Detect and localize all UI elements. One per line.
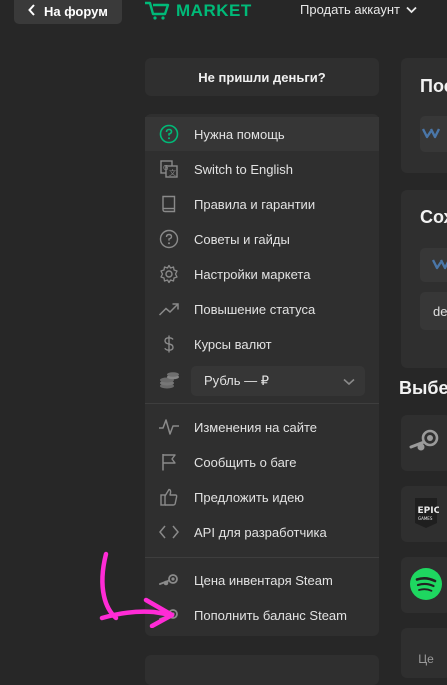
question-circle-icon [157, 228, 181, 250]
sidebar-item-label: Switch to English [194, 161, 293, 177]
currency-select[interactable]: Рубль — ₽ [191, 366, 365, 396]
sidebar-item-label: Пополнить баланс Steam [194, 607, 347, 623]
money-not-received-button[interactable]: Не пришли деньги? [145, 58, 379, 96]
market-logo[interactable]: MARKET [144, 0, 252, 22]
right-card-2-field[interactable] [420, 248, 447, 282]
flag-icon [157, 451, 181, 473]
right-card-2-title: Сох [420, 207, 447, 227]
sidebar-item-label: API для разработчика [194, 524, 327, 540]
vk-icon [431, 258, 447, 273]
right-card-2-input[interactable]: de [420, 292, 447, 330]
pulse-icon [157, 416, 181, 438]
currency-select-value: Рубль — ₽ [204, 373, 270, 388]
cart-icon [144, 0, 170, 23]
gear-icon [157, 263, 181, 285]
sidebar-bottom-card [145, 655, 379, 685]
chevron-down-icon [343, 374, 355, 389]
sidebar-item-label: Цена инвентаря Steam [194, 572, 333, 588]
sidebar-item-label: Повышение статуса [194, 301, 316, 317]
sidebar-item-rules[interactable]: Правила и гарантии [145, 187, 379, 221]
top-bar: На форум MARKET Продать аккаунт [0, 0, 447, 26]
svg-text:文: 文 [169, 168, 176, 177]
question-circle-icon [157, 123, 181, 145]
sidebar-item-label: Курсы валют [194, 336, 272, 352]
right-card-1-title: Пос [420, 76, 447, 96]
svg-text:GAMES: GAMES [418, 516, 433, 521]
sidebar-item-currency-rates[interactable]: Курсы валют [145, 327, 379, 361]
sidebar-item-switch-english[interactable]: G文 Switch to English [145, 152, 379, 186]
svg-text:G: G [163, 164, 168, 172]
sidebar-item-site-changes[interactable]: Изменения на сайте [145, 410, 379, 444]
right-bottom-card-text: Це [418, 652, 434, 666]
sidebar-item-api[interactable]: API для разработчика [145, 515, 379, 549]
sidebar-item-tips[interactable]: Советы и гайды [145, 222, 379, 256]
money-not-received-label: Не пришли деньги? [198, 69, 326, 85]
sidebar-item-label: Нужна помощь [194, 126, 285, 142]
spotify-icon [409, 567, 443, 604]
sidebar-item-settings[interactable]: Настройки маркета [145, 257, 379, 291]
game-spotify-tile[interactable] [401, 557, 447, 613]
steam-icon [409, 425, 443, 462]
dollar-icon [157, 333, 181, 355]
sidebar-item-label: Сообщить о баге [194, 454, 297, 470]
book-icon [157, 193, 181, 215]
right-card-1-field[interactable] [420, 116, 447, 152]
sidebar-item-label: Правила и гарантии [194, 196, 316, 212]
right-card-2-input-value: de [433, 303, 447, 319]
sidebar-item-label: Советы и гайды [194, 231, 290, 247]
chevron-down-icon [406, 2, 417, 17]
sidebar-item-status-upgrade[interactable]: Повышение статуса [145, 292, 379, 326]
thumbs-up-icon [157, 486, 181, 508]
sidebar-divider [145, 403, 379, 404]
right-bottom-card: Це [401, 628, 447, 678]
epic-games-icon: EPIC GAMES [413, 497, 441, 532]
hand-drawn-arrow-annotation [90, 548, 200, 631]
sidebar-item-label: Предложить идею [194, 489, 305, 505]
vk-icon [421, 127, 442, 142]
coins-icon [158, 371, 180, 394]
sell-account-label: Продать аккаунт [300, 2, 400, 17]
logo-text: MARKET [176, 1, 252, 20]
sell-account-dropdown[interactable]: Продать аккаунт [300, 2, 417, 17]
sidebar-item-label: Настройки маркета [194, 266, 311, 282]
back-to-forum-label: На форум [44, 3, 108, 19]
trend-up-icon [157, 298, 181, 320]
code-icon [157, 521, 181, 543]
game-epic-tile[interactable]: EPIC GAMES [401, 486, 447, 542]
chevron-left-icon [28, 3, 36, 19]
translate-icon: G文 [157, 158, 181, 180]
back-to-forum-button[interactable]: На форум [14, 0, 122, 24]
game-steam-tile[interactable] [401, 415, 447, 471]
sidebar-item-report-bug[interactable]: Сообщить о баге [145, 445, 379, 479]
sidebar-item-suggest-idea[interactable]: Предложить идею [145, 480, 379, 514]
svg-text:EPIC: EPIC [418, 506, 440, 516]
sidebar-item-help[interactable]: Нужна помощь [145, 117, 379, 151]
games-section-title: Выбе [399, 378, 447, 398]
sidebar-item-label: Изменения на сайте [194, 419, 318, 435]
